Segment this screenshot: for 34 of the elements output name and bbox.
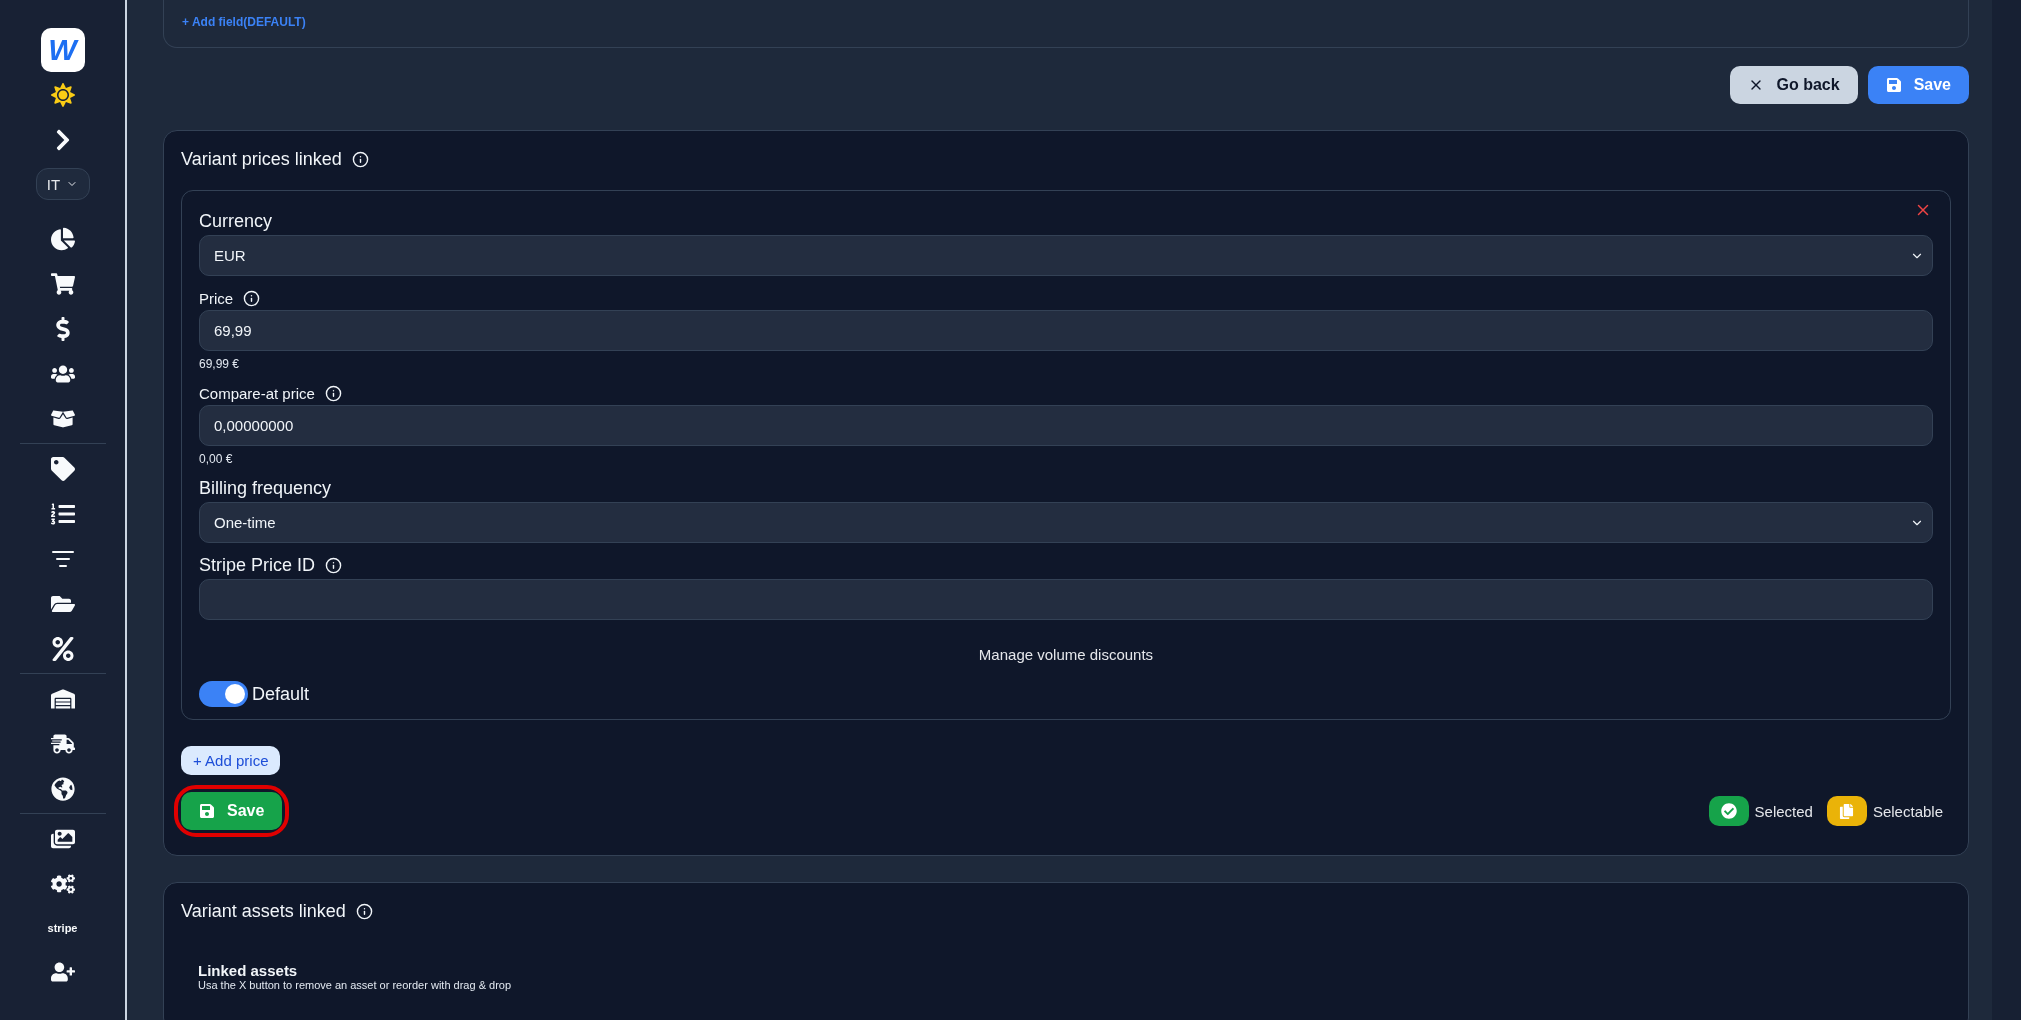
stripe-link[interactable]: stripe [47, 906, 78, 949]
section-title: Linked assets [198, 962, 299, 979]
toggle-label: Default [252, 683, 310, 705]
add-field-link[interactable]: + Add field(DEFAULT) [182, 15, 306, 29]
info-icon[interactable] [324, 385, 342, 402]
save-button[interactable]: Save [1867, 66, 1969, 104]
input-field[interactable] [199, 579, 1933, 620]
field-label: Compare-at price [199, 385, 315, 402]
hint-text: Usa the X button to remove an asset or reorder with drag & drop [198, 979, 513, 991]
legend-label: Selectable [1872, 802, 1943, 820]
legend-label: Selected [1754, 802, 1813, 820]
field-label: Billing frequency [199, 478, 332, 499]
input-field[interactable]: 69,99 [199, 310, 1933, 351]
field-label: Currency [199, 211, 273, 232]
field-label: Price [199, 290, 234, 307]
select-field[interactable]: EUR [199, 235, 1933, 276]
card-title: Variant prices linked [181, 149, 342, 170]
go-back-button[interactable]: Go back [1730, 66, 1858, 104]
helper-text: 0,00 € [199, 452, 234, 466]
select-field[interactable]: One-time [199, 502, 1933, 543]
language-select[interactable]: IT [35, 168, 90, 200]
default-toggle[interactable] [199, 681, 248, 707]
helper-text: 69,99 € [199, 357, 241, 371]
card-title: Variant assets linked [181, 901, 346, 922]
info-icon[interactable] [325, 557, 343, 574]
field-label: Stripe Price ID [199, 555, 316, 576]
add-price-button[interactable]: + Add price [181, 746, 281, 775]
input-field[interactable]: 0,00000000 [199, 405, 1933, 446]
logo[interactable]: W [40, 28, 85, 72]
info-icon[interactable] [243, 290, 261, 307]
volume-discounts-link[interactable]: Manage volume discounts [978, 646, 1154, 663]
info-icon[interactable] [351, 151, 369, 168]
stacked-squares-icon [1839, 803, 1855, 819]
info-icon[interactable] [355, 903, 373, 920]
